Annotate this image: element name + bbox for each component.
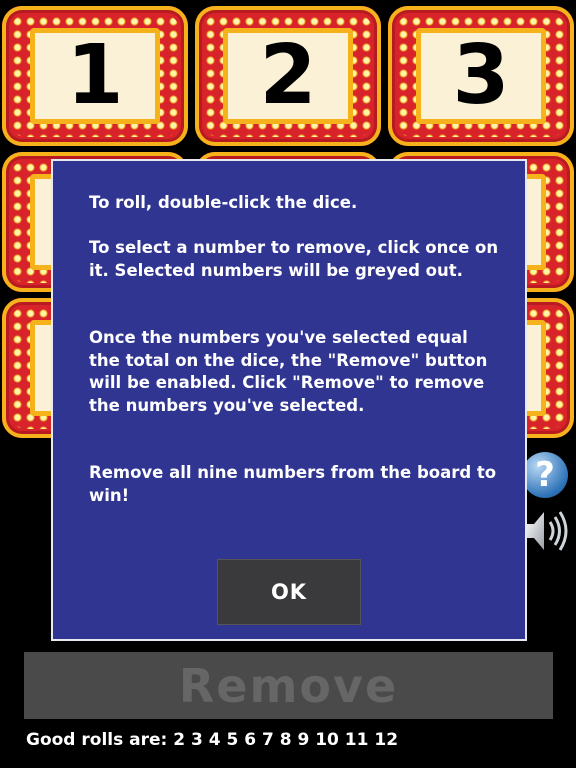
tile-1[interactable]: 1 <box>2 6 188 146</box>
remove-button[interactable]: Remove <box>24 652 553 719</box>
tile-number: 2 <box>259 28 317 123</box>
instruction-win: Remove all nine numbers from the board t… <box>89 463 497 505</box>
sound-button[interactable] <box>524 506 572 556</box>
instruction-select: To select a number to remove, click once… <box>89 238 499 280</box>
instruction-roll: To roll, double-click the dice. <box>89 193 358 212</box>
instruction-remove: Once the numbers you've selected equal t… <box>89 328 488 415</box>
question-icon: ? <box>535 455 555 495</box>
instructions-dialog: To roll, double-click the dice. To selec… <box>51 159 527 641</box>
help-button[interactable]: ? <box>522 452 568 498</box>
tile-number: 3 <box>452 28 510 123</box>
ok-button[interactable]: OK <box>217 559 361 625</box>
speaker-icon <box>526 511 568 551</box>
tile-3[interactable]: 3 <box>388 6 574 146</box>
tile-2[interactable]: 2 <box>195 6 381 146</box>
good-rolls-text: Good rolls are: 2 3 4 5 6 7 8 9 10 11 12 <box>26 730 399 750</box>
tile-number: 1 <box>66 28 124 123</box>
